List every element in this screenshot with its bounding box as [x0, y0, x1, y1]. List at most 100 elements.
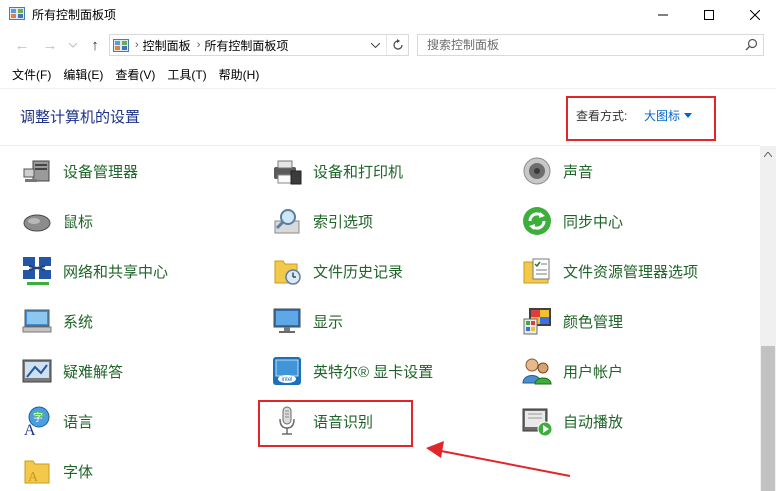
network-sharing-icon: [23, 257, 51, 285]
item-label: 文件历史记录: [313, 263, 404, 281]
item-label: 设备管理器: [63, 163, 139, 181]
menu-tools[interactable]: 工具(T): [161, 66, 212, 83]
search-input[interactable]: [418, 35, 738, 55]
color-management-icon: [523, 308, 551, 335]
chevron-up-icon: [764, 152, 772, 157]
arrow-up-icon: ↑: [91, 36, 99, 54]
device-manager-icon: [23, 160, 50, 182]
minimize-button[interactable]: [640, 0, 686, 30]
fonts-icon: A: [24, 460, 50, 485]
arrow-right-icon: →: [42, 36, 58, 54]
window-title: 所有控制面板项: [32, 8, 117, 22]
view-mode-dropdown[interactable]: 大图标: [644, 107, 680, 124]
item-device-manager[interactable]: 设备管理器: [20, 151, 138, 191]
item-label: 网络和共享中心: [63, 263, 169, 281]
item-system[interactable]: 系统: [20, 301, 93, 341]
item-label: 声音: [563, 163, 594, 181]
navigation-bar: ← → ↑ › 控制面板 › 所有控制面板项: [0, 30, 776, 60]
item-label: 颜色管理: [563, 313, 624, 331]
item-label: 设备和打印机: [313, 163, 404, 181]
scroll-up-button[interactable]: [760, 146, 776, 163]
minimize-icon: [658, 14, 668, 16]
item-intel-graphics[interactable]: intel 英特尔® 显卡设置: [270, 351, 433, 391]
menu-file[interactable]: 文件(F): [6, 66, 57, 83]
system-icon: [22, 309, 52, 333]
item-label: 英特尔® 显卡设置: [313, 363, 434, 381]
up-button[interactable]: ↑: [84, 34, 106, 56]
refresh-button[interactable]: [386, 35, 408, 55]
item-user-accounts[interactable]: 用户帐户: [520, 351, 623, 391]
troubleshooting-icon: [22, 359, 52, 383]
back-button[interactable]: ←: [11, 34, 33, 56]
item-fonts[interactable]: A 字体: [20, 451, 93, 491]
menu-edit[interactable]: 编辑(E): [57, 66, 109, 83]
item-sync-center[interactable]: 同步中心: [520, 201, 623, 241]
menu-view[interactable]: 查看(V): [109, 66, 161, 83]
search-box[interactable]: [417, 34, 764, 56]
refresh-icon: [392, 39, 403, 50]
item-label: 同步中心: [563, 213, 624, 231]
item-label: 系统: [63, 313, 94, 331]
maximize-icon: [704, 10, 714, 20]
recent-locations-button[interactable]: [66, 34, 80, 56]
divider: [0, 88, 776, 89]
search-icon: [745, 38, 758, 51]
breadcrumb-all-items[interactable]: 所有控制面板项: [204, 37, 288, 54]
item-indexing-options[interactable]: 索引选项: [270, 201, 373, 241]
item-network-sharing[interactable]: 网络和共享中心: [20, 251, 168, 291]
annotation-arrow-icon: [426, 441, 571, 477]
item-devices-printers[interactable]: 设备和打印机: [270, 151, 403, 191]
mouse-icon: [23, 214, 51, 232]
language-icon: A 字: [24, 406, 50, 437]
close-button[interactable]: [732, 0, 776, 30]
breadcrumb-control-panel[interactable]: 控制面板: [143, 37, 191, 54]
explorer-options-icon: [523, 258, 550, 284]
item-file-history[interactable]: 文件历史记录: [270, 251, 403, 291]
item-label: 自动播放: [563, 413, 624, 431]
menu-help[interactable]: 帮助(H): [213, 66, 266, 83]
item-explorer-options[interactable]: 文件资源管理器选项: [520, 251, 698, 291]
address-dropdown-button[interactable]: [368, 38, 382, 52]
page-title: 调整计算机的设置: [20, 109, 141, 126]
item-label: 文件资源管理器选项: [563, 263, 699, 281]
close-icon: [750, 10, 760, 20]
chevron-right-icon: ›: [135, 39, 139, 51]
speech-recognition-highlight: [258, 400, 413, 447]
view-mode-label: 查看方式:: [576, 109, 628, 123]
sync-center-icon: [523, 207, 551, 235]
item-label: 显示: [313, 313, 344, 331]
user-accounts-icon: [522, 358, 552, 385]
item-label: 字体: [63, 463, 94, 481]
arrow-left-icon: ←: [14, 36, 30, 54]
item-label: 鼠标: [63, 213, 94, 231]
maximize-button[interactable]: [686, 0, 732, 30]
item-display[interactable]: 显示: [270, 301, 343, 341]
item-color-management[interactable]: 颜色管理: [520, 301, 623, 341]
item-label: 疑难解答: [63, 363, 124, 381]
svg-text:A: A: [28, 470, 39, 485]
intel-graphics-icon: intel: [273, 357, 301, 385]
item-label: 用户帐户: [563, 363, 624, 381]
forward-button[interactable]: →: [39, 34, 61, 56]
vertical-scrollbar[interactable]: [760, 146, 776, 491]
item-label: 语言: [63, 413, 94, 431]
caret-down-icon[interactable]: [684, 113, 692, 118]
indexing-options-icon: [274, 209, 300, 234]
item-troubleshooting[interactable]: 疑难解答: [20, 351, 123, 391]
address-bar[interactable]: › 控制面板 › 所有控制面板项: [109, 34, 409, 56]
devices-printers-icon: [274, 160, 302, 185]
title-bar: 所有控制面板项: [0, 0, 776, 30]
item-mouse[interactable]: 鼠标: [20, 201, 93, 241]
svg-text:字: 字: [33, 411, 43, 424]
item-sound[interactable]: 声音: [520, 151, 593, 191]
display-icon: [273, 308, 301, 333]
item-language[interactable]: A 字 语言: [20, 401, 93, 441]
chevron-down-icon: [370, 42, 380, 48]
scroll-thumb[interactable]: [761, 346, 775, 491]
chevron-down-icon: [69, 42, 77, 48]
svg-text:A: A: [24, 422, 36, 437]
chevron-right-icon: ›: [196, 39, 201, 51]
sound-icon: [523, 157, 551, 185]
svg-text:intel: intel: [281, 377, 292, 383]
file-history-icon: [274, 260, 301, 285]
